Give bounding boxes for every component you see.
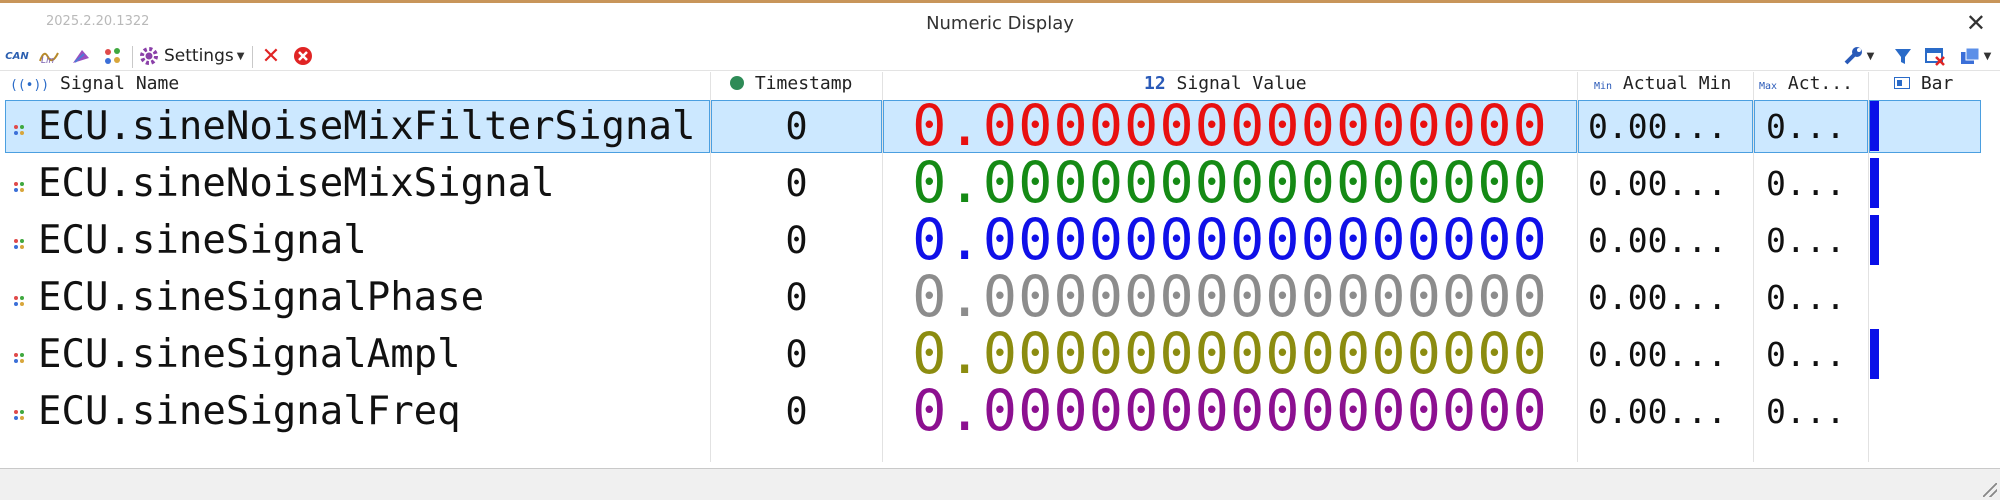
clear-icon[interactable] (290, 42, 316, 70)
timestamp-value: 0 (785, 105, 808, 148)
selection-highlight (1869, 100, 1981, 153)
signal-value: 0.0000000000000000 (912, 93, 1548, 159)
min-badge-icon: Min (1594, 81, 1613, 92)
signal-icon (13, 349, 25, 363)
column-header-actual-max[interactable]: Max Act... (1759, 72, 1853, 96)
actual-max-value: 0... (1766, 221, 1846, 260)
actual-max-value: 0... (1766, 335, 1846, 374)
status-bar (0, 468, 2000, 500)
actual-min-value: 0.00... (1588, 164, 1728, 203)
timestamp-value: 0 (785, 219, 808, 262)
signal-group-icon[interactable] (100, 42, 126, 70)
actual-min-value: 0.00... (1588, 221, 1728, 260)
signal-icon (13, 235, 25, 249)
window-title: Numeric Display (926, 13, 1074, 34)
signal-name: ECU.sineNoiseMixFilterSignal (38, 104, 696, 149)
actual-min-value: 0.00... (1588, 107, 1728, 146)
signal-value: 0.0000000000000000 (912, 207, 1548, 273)
bar-icon (1894, 77, 1910, 89)
wrench-icon[interactable]: ▼ (1838, 42, 1878, 70)
signal-name: ECU.sineSignalPhase (38, 275, 485, 320)
table-row[interactable]: ECU.sineNoiseMixFilterSignal 0 0.000000000… (0, 98, 2000, 155)
signal-tool-icon[interactable] (68, 42, 94, 70)
signal-name: ECU.sineSignal (38, 218, 367, 263)
close-window-button[interactable]: ✕ (1966, 9, 1986, 37)
broadcast-icon: ((•)) (10, 78, 50, 93)
actual-min-value: 0.00... (1588, 392, 1728, 431)
gear-icon (140, 47, 158, 65)
value-bar (1870, 215, 1879, 265)
column-header-actual-min[interactable]: Min Actual Min (1594, 72, 1731, 96)
title-bar: 2025.2.20.1322 Numeric Display ✕ (0, 0, 2000, 42)
signal-icon (13, 406, 25, 420)
toolbar-separator (132, 46, 133, 68)
table-row[interactable]: ECU.sineSignalPhase 0 0.0000000000000000 0.… (0, 269, 2000, 326)
can-icon[interactable]: CAN (4, 42, 30, 70)
value-bar (1870, 158, 1879, 208)
actual-max-value: 0... (1766, 392, 1846, 431)
signal-icon (13, 292, 25, 306)
table-row[interactable]: ECU.sineSignal 0 0.0000000000000000 0.00...… (0, 212, 2000, 269)
numeric-badge-icon: 12 (1144, 73, 1166, 94)
filter-icon[interactable] (1890, 42, 1916, 70)
remove-view-icon[interactable] (1922, 42, 1948, 70)
timestamp-value: 0 (785, 333, 808, 376)
value-bar (1870, 329, 1879, 379)
timestamp-value: 0 (785, 276, 808, 319)
actual-max-value: 0... (1766, 278, 1846, 317)
signal-name: ECU.sineSignalAmpl (38, 332, 461, 377)
signal-value: 0.0000000000000000 (912, 264, 1548, 330)
value-bar (1870, 101, 1879, 151)
can-label: CAN (5, 50, 29, 62)
signal-name: ECU.sineSignalFreq (38, 389, 461, 434)
chevron-down-icon: ▼ (236, 50, 245, 62)
signal-icon (13, 121, 25, 135)
table-row[interactable]: ECU.sineNoiseMixSignal 0 0.000000000000000… (0, 155, 2000, 212)
timestamp-value: 0 (785, 162, 808, 205)
toolbar: CAN Lin Settings ▼ ✕ ▼ ▼ (0, 42, 2000, 71)
toolbar-separator (252, 46, 253, 68)
delete-icon[interactable]: ✕ (258, 42, 284, 70)
svg-text:Lin: Lin (41, 56, 55, 65)
lin-icon[interactable]: Lin (36, 42, 62, 70)
actual-min-value: 0.00... (1588, 278, 1728, 317)
signal-value: 0.0000000000000000 (912, 321, 1548, 387)
resize-grip-icon[interactable] (1983, 483, 1997, 497)
timestamp-value: 0 (785, 390, 808, 433)
signal-icon (13, 178, 25, 192)
actual-max-value: 0... (1766, 107, 1846, 146)
chevron-down-icon: ▼ (1983, 50, 1992, 62)
actual-max-value: 0... (1766, 164, 1846, 203)
chevron-down-icon: ▼ (1866, 50, 1875, 62)
clock-icon (730, 76, 744, 90)
table-row[interactable]: ECU.sineSignalAmpl 0 0.0000000000000000 0.0… (0, 326, 2000, 383)
signal-value: 0.0000000000000000 (912, 378, 1548, 444)
column-header-signal-name[interactable]: ((•)) Signal Name (10, 72, 179, 96)
column-header-timestamp[interactable]: Timestamp (730, 72, 852, 96)
actual-min-value: 0.00... (1588, 335, 1728, 374)
max-badge-icon: Max (1759, 81, 1778, 92)
signal-value: 0.0000000000000000 (912, 150, 1548, 216)
column-header-bar[interactable]: Bar (1894, 72, 1953, 96)
settings-label: Settings (164, 46, 234, 66)
settings-dropdown[interactable]: Settings ▼ (138, 42, 246, 70)
export-icon[interactable]: ▼ (1954, 42, 1996, 70)
signal-name: ECU.sineNoiseMixSignal (38, 161, 555, 206)
table-row[interactable]: ECU.sineSignalFreq 0 0.0000000000000000 0.0… (0, 383, 2000, 440)
